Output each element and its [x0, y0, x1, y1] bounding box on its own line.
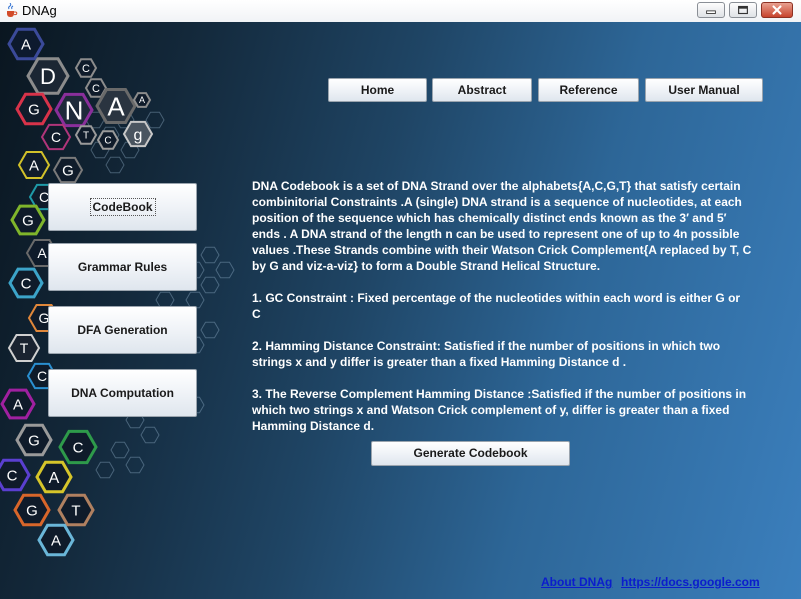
maximize-button[interactable] — [729, 2, 757, 18]
codebook-button[interactable]: CodeBook — [48, 183, 197, 231]
background-hexagon — [200, 246, 220, 264]
main-panel: ADCGCNACTACgAGCGACGTCAGCCAGTA Home Abstr… — [0, 22, 801, 599]
logo-letter: C — [73, 439, 84, 456]
background-hexagon — [215, 261, 235, 279]
logo-letter: G — [62, 162, 74, 179]
logo-letter: N — [65, 95, 84, 125]
background-hexagon — [95, 461, 115, 479]
logo-letter: A — [139, 95, 145, 105]
gc-constraint-text: 1. GC Constraint : Fixed percentage of t… — [252, 291, 741, 321]
generate-codebook-button[interactable]: Generate Codebook — [371, 441, 570, 466]
codebook-description: DNA Codebook is a set of DNA Strand over… — [252, 178, 752, 450]
minimize-button[interactable] — [697, 2, 725, 18]
background-hexagon — [125, 456, 145, 474]
logo-letter: A — [21, 36, 31, 53]
background-hexagon — [145, 111, 165, 129]
background-hexagon — [200, 276, 220, 294]
background-hexagon — [105, 156, 125, 174]
java-cup-icon — [7, 3, 18, 17]
dna-computation-button[interactable]: DNA Computation — [48, 369, 197, 417]
about-dnag-link[interactable]: About DNAg — [541, 575, 612, 589]
logo-letter: T — [20, 340, 29, 356]
logo-letter: A — [107, 91, 125, 121]
letter-hexagons: AD CGCN AC TAC gA GCGACGTCAG CC AG TA — [0, 27, 154, 557]
logo-letter: G — [26, 502, 38, 519]
close-icon — [772, 5, 782, 15]
logo-letter: A — [29, 157, 39, 174]
logo-letter: C — [51, 129, 61, 145]
logo-letter: G — [28, 432, 40, 449]
hamming-distance-text: 2. Hamming Distance Constraint: Satisfie… — [252, 339, 721, 369]
logo-letter: G — [22, 212, 34, 229]
grammar-rules-button[interactable]: Grammar Rules — [48, 243, 197, 291]
logo-letter: g — [134, 127, 143, 144]
logo-letter: C — [21, 275, 32, 292]
reverse-complement-text: 3. The Reverse Complement Hamming Distan… — [252, 387, 747, 433]
logo-letter: D — [40, 64, 56, 89]
codebook-button-label: CodeBook — [89, 198, 156, 216]
background-hexagon — [200, 321, 220, 339]
logo-letter: A — [37, 245, 47, 261]
dfa-generation-button[interactable]: DFA Generation — [48, 306, 197, 354]
close-button[interactable] — [761, 2, 793, 18]
logo-letter: A — [13, 396, 23, 413]
logo-letter: T — [71, 502, 80, 519]
docs-link[interactable]: https://docs.google.com — [621, 575, 760, 589]
logo-letter: C — [92, 83, 100, 95]
reference-button[interactable]: Reference — [538, 78, 639, 102]
abstract-button[interactable]: Abstract — [432, 78, 532, 102]
window-titlebar: DNAg — [0, 0, 801, 23]
background-hexagons — [85, 111, 235, 479]
logo-letter: A — [51, 532, 61, 549]
maximize-icon — [738, 5, 748, 15]
logo-letter: T — [83, 131, 89, 142]
logo-letter: G — [28, 101, 40, 118]
logo-letter: C — [37, 368, 47, 384]
logo-letter: A — [49, 470, 60, 487]
home-button[interactable]: Home — [328, 78, 427, 102]
background-hexagon — [110, 441, 130, 459]
window-title: DNAg — [22, 3, 57, 18]
description-intro: DNA Codebook is a set of DNA Strand over… — [252, 179, 752, 273]
minimize-icon — [706, 10, 716, 14]
logo-letter: C — [104, 136, 111, 147]
background-hexagon — [140, 426, 160, 444]
logo-letter: C — [82, 63, 90, 75]
logo-letter: C — [7, 467, 18, 484]
user-manual-button[interactable]: User Manual — [645, 78, 763, 102]
